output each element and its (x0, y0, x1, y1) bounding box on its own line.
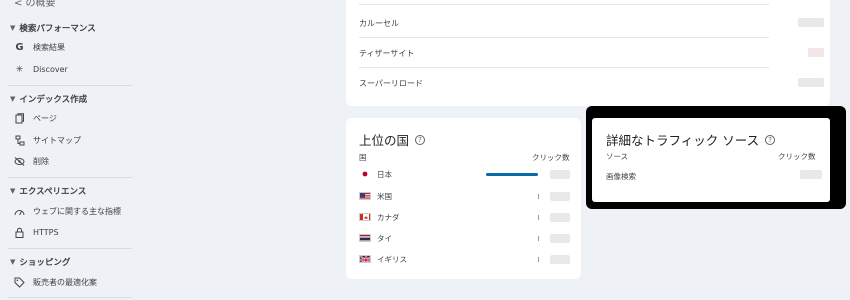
redacted-value (800, 170, 822, 179)
highlight-frame: 詳細なトラフィック ソース ? ソース クリック数 画像検索 (586, 106, 846, 209)
divider (8, 248, 132, 249)
search-appearance-card: カルーセル ティザーサイト スーパーリロード (346, 0, 830, 106)
section-title: ショッピング (19, 258, 71, 268)
card-title-text: 詳細なトラフィック ソース (606, 133, 760, 148)
sidebar-item-merchant-opportunities[interactable]: 販売者の最適化案 (14, 277, 97, 288)
redacted-value (550, 192, 570, 201)
clicks-bar (538, 215, 539, 220)
sidebar-item-discover[interactable]: ✳ Discover (14, 64, 68, 75)
eye-off-icon (14, 156, 25, 167)
source-name[interactable]: 画像検索 (606, 171, 636, 182)
sidebar-item-label: Discover (33, 65, 68, 74)
redacted-value (808, 48, 824, 57)
divider (8, 85, 132, 86)
section-title: 検索パフォーマンス (19, 24, 96, 34)
sidebar-item-label: HTTPS (33, 228, 59, 237)
sidebar-item-label: ページ (33, 114, 57, 123)
row-label-carousel[interactable]: カルーセル (359, 18, 399, 29)
table-row[interactable]: 米国 (359, 190, 392, 202)
clicks-bar (486, 173, 538, 176)
column-header-clicks[interactable]: クリック数 (532, 152, 570, 163)
back-link[interactable]: < の概要 (14, 0, 56, 9)
country-name: 米国 (377, 191, 392, 201)
redacted-value (550, 255, 570, 264)
redacted-value (798, 18, 824, 27)
clicks-bar (538, 236, 539, 241)
sidebar-item-removals[interactable]: 削除 (14, 156, 49, 167)
gauge-icon (14, 206, 25, 217)
sidebar-item-label: 削除 (33, 157, 49, 166)
column-header-clicks[interactable]: クリック数 (778, 151, 816, 162)
row-divider (359, 37, 769, 38)
asterisk-icon: ✳ (15, 64, 24, 75)
flag-us-icon (359, 192, 371, 200)
redacted-value (550, 170, 570, 179)
divider (8, 297, 132, 298)
sidebar-item-core-web-vitals[interactable]: ウェブに関する主な指標 (14, 206, 121, 217)
sidebar: < の概要 ▼ 検索パフォーマンス G 検索結果 ✳ Discover ▼ イン… (0, 0, 140, 300)
country-name: カナダ (377, 212, 400, 222)
caret-down-icon: ▼ (10, 187, 16, 195)
column-header-source: ソース (606, 152, 629, 161)
sitemap-icon (14, 135, 25, 146)
sidebar-item-pages[interactable]: ページ (14, 113, 57, 124)
flag-thailand-icon (359, 234, 371, 242)
row-divider (359, 67, 769, 68)
row-label-super-reload[interactable]: スーパーリロード (359, 78, 423, 89)
help-icon[interactable]: ? (415, 134, 426, 145)
table-row[interactable]: イギリス (359, 253, 407, 265)
sidebar-item-label: 検索結果 (33, 43, 65, 52)
redacted-value (550, 234, 570, 243)
country-name: タイ (377, 233, 392, 243)
card-title-text: 上位の国 (359, 133, 410, 148)
pages-icon (14, 113, 25, 124)
row-divider (359, 4, 769, 5)
table-row[interactable]: タイ (359, 232, 392, 244)
table-row[interactable]: カナダ (359, 211, 400, 223)
top-countries-card: 上位の国 ? 国 クリック数 日本 米国 カナダ タイ イギリス (346, 118, 581, 279)
clicks-bar (538, 194, 539, 199)
help-icon[interactable]: ? (765, 134, 776, 145)
google-g-icon: G (15, 42, 24, 53)
column-header-country: 国 (359, 153, 367, 162)
section-experience[interactable]: ▼ エクスペリエンス (10, 185, 86, 197)
section-title: エクスペリエンス (19, 187, 87, 197)
sidebar-item-search-results[interactable]: G 検索結果 (14, 42, 65, 53)
lock-icon (14, 227, 25, 238)
caret-down-icon: ▼ (10, 258, 16, 266)
flag-canada-icon (359, 213, 371, 221)
row-label-teaser-site[interactable]: ティザーサイト (359, 48, 414, 59)
caret-down-icon: ▼ (10, 95, 16, 103)
section-title: インデックス作成 (19, 95, 88, 105)
flag-japan-icon (359, 170, 371, 178)
card-title: 上位の国 ? (359, 130, 426, 149)
sidebar-item-label: 販売者の最適化案 (33, 278, 97, 287)
redacted-value (798, 78, 824, 87)
clicks-bar (538, 257, 539, 262)
table-row[interactable]: 日本 (359, 168, 392, 180)
sidebar-item-sitemap[interactable]: サイトマップ (14, 135, 81, 146)
country-name: 日本 (377, 169, 392, 179)
sidebar-item-label: サイトマップ (33, 136, 81, 145)
divider (8, 177, 132, 178)
redacted-value (550, 213, 570, 222)
section-search-performance[interactable]: ▼ 検索パフォーマンス (10, 22, 96, 34)
sidebar-item-https[interactable]: HTTPS (14, 227, 59, 238)
caret-down-icon: ▼ (10, 24, 16, 32)
card-title: 詳細なトラフィック ソース ? (606, 130, 776, 149)
section-indexing[interactable]: ▼ インデックス作成 (10, 93, 87, 105)
section-shopping[interactable]: ▼ ショッピング (10, 256, 70, 268)
sidebar-item-label: ウェブに関する主な指標 (33, 207, 121, 216)
flag-uk-icon (359, 255, 371, 263)
traffic-source-card: 詳細なトラフィック ソース ? ソース クリック数 画像検索 (592, 118, 830, 202)
tag-icon (14, 277, 25, 288)
country-name: イギリス (377, 254, 407, 264)
